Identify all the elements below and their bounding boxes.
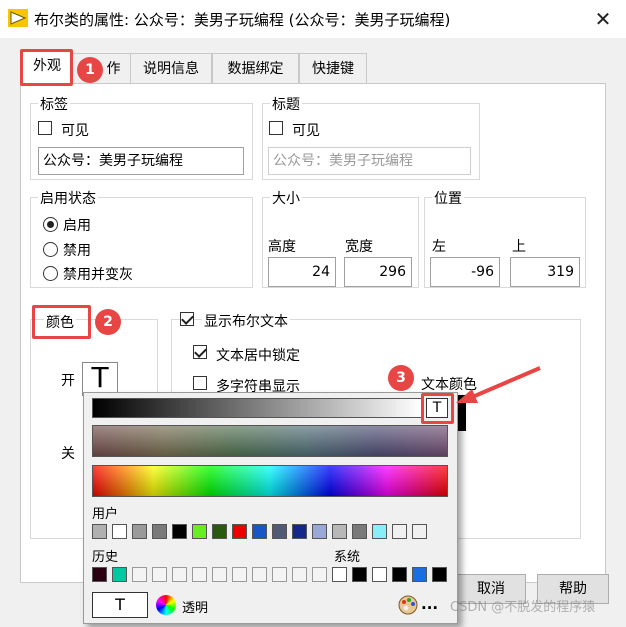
height-label: 高度: [268, 239, 296, 255]
label-visible-label: 可见: [61, 123, 89, 139]
title-bar: 布尔类的属性: 公众号：美男子玩编程 (公众号：美男子玩编程) ✕: [0, 0, 626, 38]
history-colors-label: 历史: [92, 550, 119, 565]
multi-string-checkbox[interactable]: [193, 376, 207, 390]
color-swatch[interactable]: [252, 524, 267, 539]
color-swatch[interactable]: [312, 524, 327, 539]
color-swatch[interactable]: [432, 567, 447, 582]
color-swatch[interactable]: [232, 567, 247, 582]
more-colors-button[interactable]: ...: [421, 595, 438, 613]
watermark-text: CSDN @不脱发的程序猿: [450, 600, 596, 615]
color-wheel-icon[interactable]: [156, 595, 176, 615]
color-swatch[interactable]: [272, 567, 287, 582]
color-swatch[interactable]: [352, 567, 367, 582]
window-title: 布尔类的属性: 公众号：美男子玩编程 (公众号：美男子玩编程): [34, 11, 451, 29]
annotation-arrow: [456, 366, 541, 403]
color-swatch[interactable]: [392, 524, 407, 539]
color-swatch[interactable]: [192, 524, 207, 539]
label-text-field[interactable]: 公众号：美男子玩编程: [38, 147, 244, 175]
radio-enabled-label: 启用: [63, 218, 91, 234]
color-swatch[interactable]: [172, 567, 187, 582]
color-swatch[interactable]: [192, 567, 207, 582]
lock-center-label: 文本居中锁定: [216, 348, 300, 364]
lock-center-checkbox[interactable]: [193, 345, 207, 359]
tab-documentation[interactable]: 说明信息: [130, 53, 212, 84]
color-swatch[interactable]: [132, 567, 147, 582]
caption-group-title: 标题: [270, 94, 302, 114]
annotation-badge-2: 2: [95, 309, 121, 335]
highlight-box-colors: [32, 305, 91, 339]
size-group-title: 大小: [270, 188, 302, 208]
history-colors-row: [92, 567, 332, 584]
off-color-label: 关: [61, 446, 75, 462]
color-swatch[interactable]: [412, 524, 427, 539]
close-button[interactable]: ✕: [590, 6, 616, 32]
height-field[interactable]: 24: [268, 257, 336, 287]
color-swatch[interactable]: [312, 567, 327, 582]
radio-disabled-label: 禁用: [63, 243, 91, 259]
annotation-badge-3: 3: [388, 365, 414, 391]
system-colors-row: [332, 567, 452, 584]
user-colors-label: 用户: [92, 507, 119, 522]
user-colors-row: [92, 524, 452, 541]
tab-data-binding[interactable]: 数据绑定: [212, 53, 299, 84]
caption-visible-label: 可见: [292, 123, 320, 139]
color-swatch[interactable]: [112, 567, 127, 582]
radio-disabled-grayed[interactable]: [43, 266, 58, 281]
color-swatch[interactable]: [332, 567, 347, 582]
color-swatch[interactable]: [112, 524, 127, 539]
annotation-badge-1: 1: [77, 57, 103, 83]
transparent-swatch-bottom[interactable]: T: [92, 592, 148, 618]
radio-disabled-grayed-label: 禁用并变灰: [63, 267, 133, 283]
label-visible-checkbox[interactable]: [38, 121, 52, 135]
muted-color-bar[interactable]: [92, 425, 448, 457]
color-swatch[interactable]: [232, 524, 247, 539]
radio-enabled[interactable]: [43, 217, 58, 232]
labview-icon: [8, 9, 28, 27]
color-swatch[interactable]: [212, 567, 227, 582]
highlight-box-tab: [20, 49, 73, 86]
color-swatch[interactable]: [372, 567, 387, 582]
top-label: 上: [512, 239, 526, 255]
color-swatch[interactable]: [392, 567, 407, 582]
position-group-title: 位置: [432, 188, 464, 208]
color-swatch[interactable]: [252, 567, 267, 582]
color-swatch[interactable]: [172, 524, 187, 539]
color-swatch[interactable]: [92, 524, 107, 539]
color-swatch[interactable]: [292, 567, 307, 582]
color-swatch[interactable]: [92, 567, 107, 582]
width-field[interactable]: 296: [344, 257, 412, 287]
on-color-swatch[interactable]: T: [82, 362, 118, 396]
grayscale-bar[interactable]: [92, 398, 422, 418]
label-group-title: 标签: [38, 94, 70, 114]
top-field[interactable]: 319: [510, 257, 580, 287]
color-swatch[interactable]: [132, 524, 147, 539]
width-label: 宽度: [345, 239, 373, 255]
color-swatch[interactable]: [272, 524, 287, 539]
color-swatch[interactable]: [292, 524, 307, 539]
radio-disabled[interactable]: [43, 242, 58, 257]
color-swatch[interactable]: [412, 567, 427, 582]
color-swatch[interactable]: [152, 567, 167, 582]
left-label: 左: [432, 239, 446, 255]
color-swatch[interactable]: [332, 524, 347, 539]
system-colors-label: 系统: [334, 550, 361, 565]
enable-state-title: 启用状态: [38, 188, 98, 208]
caption-visible-checkbox[interactable]: [269, 121, 283, 135]
show-bool-text-checkbox[interactable]: [180, 312, 194, 326]
caption-text-field: 公众号：美男子玩编程: [268, 147, 471, 175]
tab-shortcut[interactable]: 快捷键: [299, 53, 367, 84]
transparent-label: 透明: [182, 601, 209, 616]
color-swatch[interactable]: [152, 524, 167, 539]
color-picker-popup: T 用户 历史 系统 T 透明 ...: [83, 392, 458, 624]
on-color-label: 开: [61, 373, 75, 389]
color-swatch[interactable]: [372, 524, 387, 539]
show-bool-text-label: 显示布尔文本: [202, 311, 290, 331]
palette-icon[interactable]: [398, 594, 418, 616]
hue-color-bar[interactable]: [92, 465, 448, 497]
color-swatch[interactable]: [212, 524, 227, 539]
color-swatch[interactable]: [352, 524, 367, 539]
left-field[interactable]: -96: [430, 257, 500, 287]
